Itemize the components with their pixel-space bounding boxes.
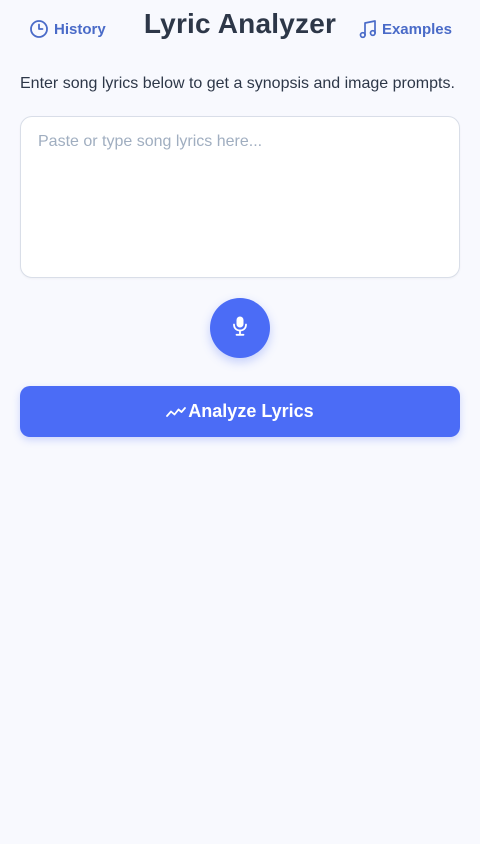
analyze-button-label: Analyze Lyrics bbox=[188, 401, 314, 421]
trend-line-icon bbox=[166, 405, 187, 419]
lyrics-input[interactable] bbox=[20, 116, 460, 278]
analyze-lyrics-button[interactable]: Analyze Lyrics bbox=[20, 386, 460, 437]
examples-link[interactable]: Examples bbox=[359, 19, 452, 39]
header: History Lyric Analyzer Examples bbox=[0, 0, 480, 56]
examples-label: Examples bbox=[381, 20, 452, 38]
microphone-icon bbox=[231, 315, 249, 342]
instructions-text: Enter song lyrics below to get a synopsi… bbox=[20, 75, 455, 92]
microphone-button[interactable] bbox=[210, 298, 270, 358]
music-note-icon bbox=[359, 19, 377, 39]
